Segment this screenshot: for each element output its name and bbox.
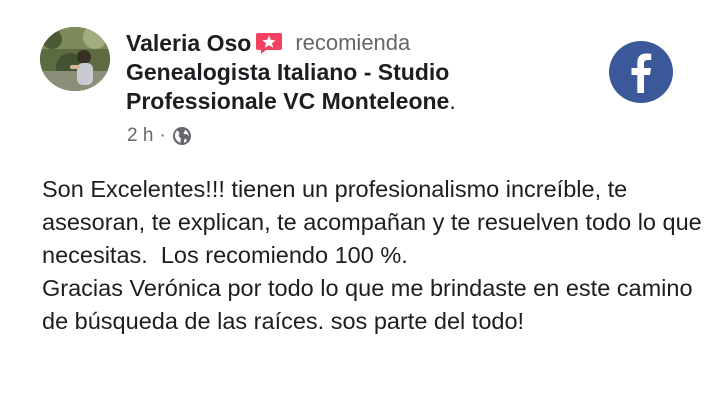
meta-separator: · (159, 125, 166, 146)
post-meta: 2 h · (127, 125, 192, 147)
globe-icon[interactable] (172, 126, 192, 146)
avatar-photo (40, 27, 110, 91)
post-header: Valeria Oso recomienda Genealogista Ital… (126, 29, 566, 116)
timestamp[interactable]: 2 h (127, 125, 153, 147)
recommends-label: recomienda (295, 30, 411, 55)
recommend-star-icon (255, 31, 283, 55)
page-name-link[interactable]: Genealogista Italiano - Studio Professio… (126, 59, 449, 114)
author-name[interactable]: Valeria Oso (126, 30, 251, 57)
page-name-period: . (449, 88, 456, 114)
facebook-logo (609, 41, 673, 103)
avatar[interactable] (40, 27, 110, 91)
review-post: Valeria Oso recomienda Genealogista Ital… (0, 0, 717, 417)
recommended-page-name[interactable]: Genealogista Italiano - Studio Professio… (126, 58, 566, 116)
review-body: Son Excelentes!!! tienen un profesionali… (42, 176, 702, 334)
